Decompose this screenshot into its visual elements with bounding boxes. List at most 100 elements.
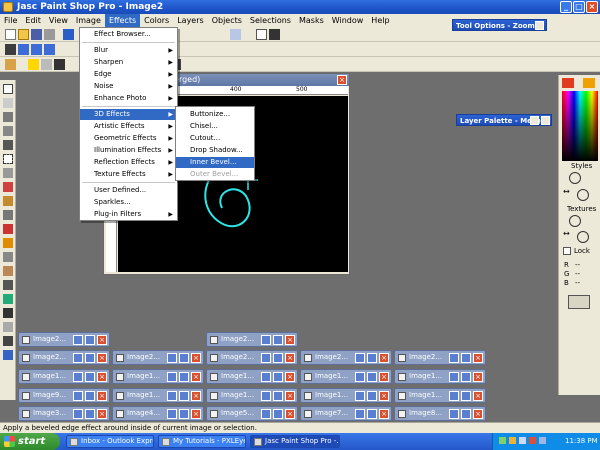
layer-icon[interactable] [5, 44, 16, 55]
minimized-window[interactable]: Image2... × [206, 332, 298, 347]
close-icon[interactable]: × [473, 391, 483, 401]
help-icon[interactable] [256, 29, 267, 40]
menu-edge[interactable]: Edge ▶ [80, 69, 177, 80]
maximize-icon[interactable] [461, 353, 471, 363]
preset-shapes-icon[interactable] [3, 336, 13, 346]
menu-user-defined[interactable]: User Defined... [80, 185, 177, 196]
menu-plugin-filters[interactable]: Plug-in Filters ▶ [80, 209, 177, 220]
minimized-window[interactable]: Image2... × [300, 350, 392, 365]
menu-inner-bevel[interactable]: Inner Bevel... [176, 157, 254, 168]
maximize-icon[interactable] [179, 372, 189, 382]
rotate-right-icon[interactable] [31, 44, 42, 55]
picture-tube-icon[interactable] [3, 266, 13, 276]
close-icon[interactable]: × [379, 372, 389, 382]
restore-icon[interactable] [167, 372, 177, 382]
maximize-icon[interactable] [367, 372, 377, 382]
menu-selections[interactable]: Selections [246, 14, 295, 27]
restore-icon[interactable] [261, 409, 271, 419]
close-icon[interactable]: × [97, 391, 107, 401]
taskbar-outlook[interactable]: Inbox - Outlook Express [66, 435, 154, 448]
close-icon[interactable]: × [191, 409, 201, 419]
eraser-tool-icon[interactable] [3, 252, 13, 262]
menu-buttonize[interactable]: Buttonize... [176, 109, 254, 120]
close-icon[interactable]: × [285, 353, 295, 363]
move-tool-icon[interactable] [3, 140, 13, 150]
menu-texture-effects[interactable]: Texture Effects ▶ [80, 169, 177, 180]
dropper-tool-icon[interactable] [3, 182, 13, 192]
maximize-icon[interactable] [85, 353, 95, 363]
menu-sparkles[interactable]: Sparkles... [80, 197, 177, 208]
maximize-icon[interactable] [367, 409, 377, 419]
close-icon[interactable]: × [285, 335, 295, 345]
image-close-button[interactable]: × [337, 75, 347, 85]
maximize-icon[interactable] [85, 372, 95, 382]
menu-window[interactable]: Window [328, 14, 368, 27]
menu-enhance-photo[interactable]: Enhance Photo ▶ [80, 93, 177, 104]
close-icon[interactable]: × [473, 409, 483, 419]
background-style-icon[interactable] [577, 189, 589, 201]
draw-tool-icon[interactable] [3, 322, 13, 332]
airbrush-icon[interactable] [3, 280, 13, 290]
tool-options-toggle-icon[interactable] [535, 21, 544, 30]
minimized-window[interactable]: Image1... × [394, 369, 486, 384]
close-button[interactable]: × [586, 1, 598, 13]
menu-geometric-effects[interactable]: Geometric Effects ▶ [80, 133, 177, 144]
minimized-window[interactable]: Image9... × [18, 388, 110, 403]
menu-3d-effects[interactable]: 3D Effects ▶ [80, 109, 177, 120]
restore-icon[interactable] [261, 372, 271, 382]
restore-icon[interactable] [73, 335, 83, 345]
minimized-window[interactable]: Image1... × [112, 369, 204, 384]
restore-icon[interactable] [355, 391, 365, 401]
layer-palette-toggle-icon[interactable] [530, 116, 539, 125]
minimized-window[interactable]: Image8... × [394, 406, 486, 421]
minimized-window[interactable]: Image2... × [18, 332, 110, 347]
restore-icon[interactable] [449, 372, 459, 382]
clone-tool-icon[interactable] [3, 210, 13, 220]
taskbar-tutorials[interactable]: My Tutorials - PXLEye... [158, 435, 246, 448]
menu-objects[interactable]: Objects [208, 14, 246, 27]
restore-icon[interactable] [449, 409, 459, 419]
undo-icon[interactable] [63, 29, 74, 40]
close-icon[interactable]: × [379, 391, 389, 401]
save-icon[interactable] [31, 29, 42, 40]
menu-reflection-effects[interactable]: Reflection Effects ▶ [80, 157, 177, 168]
minimized-window[interactable]: Image1... × [112, 388, 204, 403]
dropper-icon[interactable] [41, 59, 52, 70]
swap-textures-icon[interactable]: ↔ [563, 229, 575, 239]
context-help-icon[interactable] [269, 29, 280, 40]
minimized-window[interactable]: Image2... × [112, 350, 204, 365]
maximize-button[interactable]: □ [573, 1, 585, 13]
text-tool-icon[interactable] [3, 308, 13, 318]
tray-network-icon[interactable] [499, 437, 506, 444]
restore-icon[interactable] [261, 335, 271, 345]
minimized-window[interactable]: Image2... × [18, 350, 110, 365]
menu-effects[interactable]: Effects [104, 14, 141, 27]
close-icon[interactable]: × [97, 335, 107, 345]
menu-blur[interactable]: Blur ▶ [80, 45, 177, 56]
minimized-window[interactable]: Image1... × [394, 388, 486, 403]
menu-layers[interactable]: Layers [173, 14, 207, 27]
close-icon[interactable]: × [473, 353, 483, 363]
minimized-window[interactable]: Image5... × [206, 406, 298, 421]
styles-swatch-icon[interactable] [569, 172, 581, 184]
close-icon[interactable]: × [285, 391, 295, 401]
deform-tool-icon[interactable] [3, 112, 13, 122]
background-color-swatch[interactable] [583, 78, 595, 88]
menu-sharpen[interactable]: Sharpen ▶ [80, 57, 177, 68]
retouch-tool-icon[interactable] [3, 238, 13, 248]
print-icon[interactable] [44, 29, 55, 40]
restore-icon[interactable] [73, 372, 83, 382]
menu-image[interactable]: Image [72, 14, 105, 27]
menu-artistic-effects[interactable]: Artistic Effects ▶ [80, 121, 177, 132]
layer-palette[interactable]: Layer Palette - Merge [456, 114, 552, 126]
maximize-icon[interactable] [85, 409, 95, 419]
taskbar-paintshop[interactable]: Jasc Paint Shop Pro -... [250, 435, 340, 448]
minimized-window[interactable]: Image1... × [206, 388, 298, 403]
menu-edit[interactable]: Edit [21, 14, 45, 27]
maximize-icon[interactable] [273, 353, 283, 363]
minimized-window[interactable]: Image1... × [300, 388, 392, 403]
restore-icon[interactable] [449, 353, 459, 363]
restore-icon[interactable] [73, 409, 83, 419]
tray-volume-icon[interactable] [509, 437, 516, 444]
texture-swatch-icon[interactable] [569, 215, 581, 227]
